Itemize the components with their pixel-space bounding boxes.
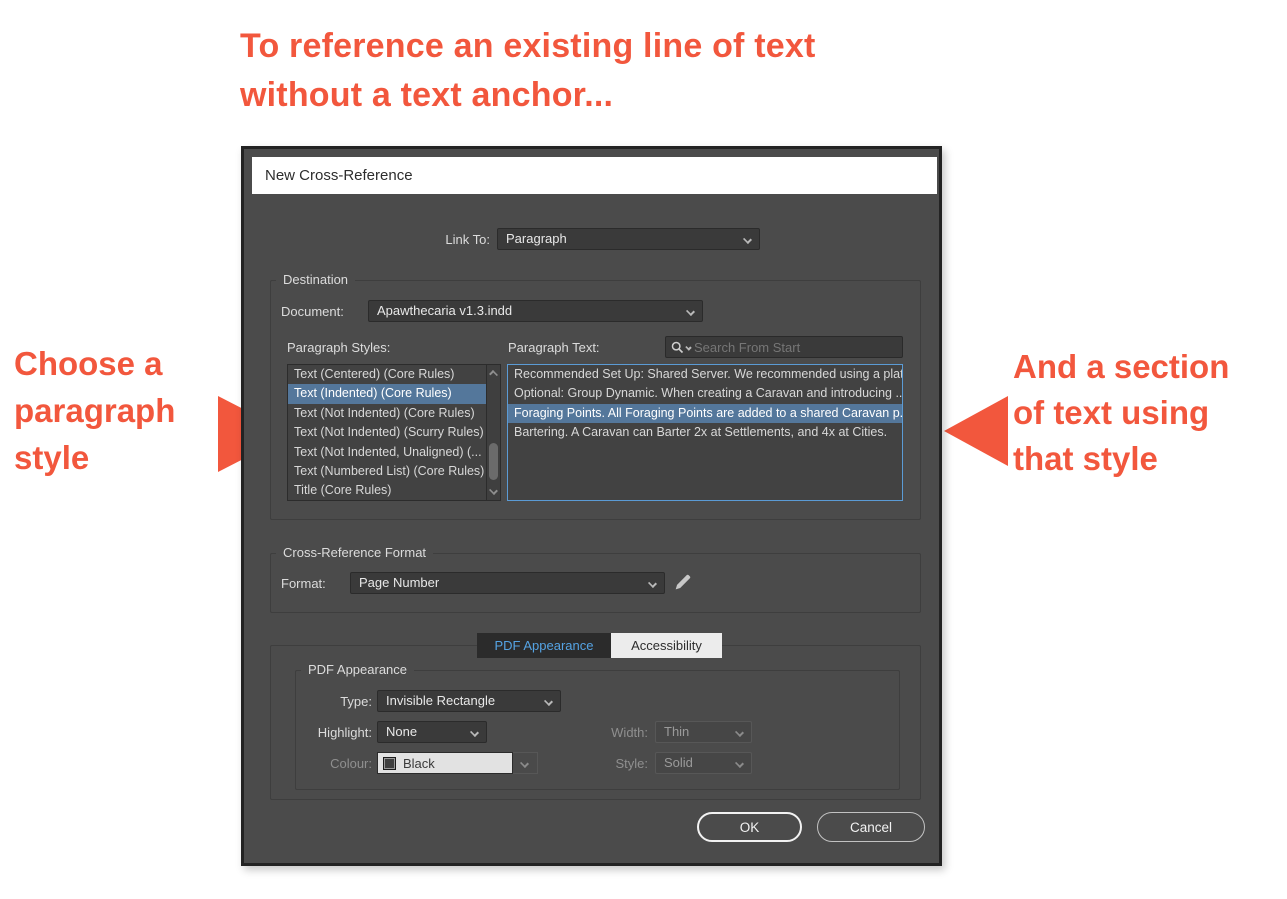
annotation-right-note: And a section of text using that style <box>1013 344 1229 482</box>
tab-pdf-appearance[interactable]: PDF Appearance <box>477 633 611 658</box>
link-to-label: Link To: <box>344 230 490 250</box>
document-dropdown[interactable]: Apawthecaria v1.3.indd <box>368 300 703 322</box>
pdf-appearance-group-label: PDF Appearance <box>301 662 414 678</box>
annotation-left-note: Choose a paragraph style <box>14 340 175 481</box>
list-item[interactable]: Foraging Points. All Foraging Points are… <box>508 404 902 423</box>
annotation-left-line1: Choose a <box>14 340 175 387</box>
annotation-left-line3: style <box>14 434 175 481</box>
chevron-down-icon <box>735 759 744 768</box>
chevron-down-icon <box>743 235 752 244</box>
format-label: Format: <box>281 574 326 594</box>
annotation-right-line3: that style <box>1013 436 1229 482</box>
black-colour-swatch-icon <box>383 757 396 770</box>
edit-format-pencil-icon[interactable] <box>674 573 692 591</box>
dialog-titlebar[interactable]: New Cross-Reference <box>252 157 937 194</box>
style-label: Style: <box>574 754 648 774</box>
colour-value: Black <box>403 756 435 771</box>
left-pointing-arrow-icon <box>944 396 1008 466</box>
highlight-dropdown[interactable]: None <box>377 721 487 743</box>
scrollbar-thumb[interactable] <box>489 443 498 479</box>
colour-label: Colour: <box>282 754 372 774</box>
list-item[interactable]: Text (Not Indented) (Scurry Rules) <box>288 423 486 442</box>
list-item[interactable]: Recommended Set Up: Shared Server. We re… <box>508 365 902 384</box>
list-item[interactable]: Title (Core Rules) <box>288 481 486 500</box>
colour-dropdown[interactable]: Black <box>377 752 513 774</box>
annotation-heading-line2: without a text anchor... <box>240 71 815 120</box>
format-value: Page Number <box>359 575 439 590</box>
format-dropdown[interactable]: Page Number <box>350 572 665 594</box>
tab-accessibility[interactable]: Accessibility <box>611 633 722 658</box>
cancel-button[interactable]: Cancel <box>817 812 925 842</box>
type-value: Invisible Rectangle <box>386 693 495 708</box>
annotation-right-line2: of text using <box>1013 390 1229 436</box>
search-field[interactable] <box>665 336 903 358</box>
ok-button[interactable]: OK <box>697 812 802 842</box>
type-label: Type: <box>282 692 372 712</box>
chevron-down-icon <box>470 728 479 737</box>
page: To reference an existing line of text wi… <box>0 0 1287 899</box>
new-cross-reference-dialog: New Cross-Reference Link To: Paragraph D… <box>241 146 942 866</box>
highlight-value: None <box>386 724 417 739</box>
link-to-value: Paragraph <box>506 231 567 246</box>
dialog-title: New Cross-Reference <box>265 167 413 184</box>
paragraph-text-label: Paragraph Text: <box>508 338 600 358</box>
search-icon <box>671 341 684 354</box>
annotation-heading: To reference an existing line of text wi… <box>240 22 815 120</box>
chevron-down-icon <box>544 697 553 706</box>
destination-group-label: Destination <box>276 272 355 288</box>
document-value: Apawthecaria v1.3.indd <box>377 303 512 318</box>
width-value: Thin <box>664 724 689 739</box>
style-value: Solid <box>664 755 693 770</box>
paragraph-text-list: Recommended Set Up: Shared Server. We re… <box>507 364 903 501</box>
search-options-chevron-icon[interactable] <box>685 344 691 350</box>
link-to-dropdown[interactable]: Paragraph <box>497 228 760 250</box>
search-input[interactable] <box>694 340 864 355</box>
list-item[interactable]: Optional: Group Dynamic. When creating a… <box>508 384 902 403</box>
paragraph-text-items: Recommended Set Up: Shared Server. We re… <box>508 365 902 443</box>
scroll-up-icon[interactable] <box>489 370 498 379</box>
scroll-down-icon[interactable] <box>489 486 498 495</box>
paragraph-styles-label: Paragraph Styles: <box>287 338 390 358</box>
list-item[interactable]: Bartering. A Caravan can Barter 2x at Se… <box>508 423 902 442</box>
list-item[interactable]: Text (Not Indented, Unaligned) (... <box>288 443 486 462</box>
chevron-down-icon <box>735 728 744 737</box>
chevron-down-icon <box>520 759 529 768</box>
paragraph-styles-list: Text (Centered) (Core Rules)Text (Indent… <box>287 364 501 501</box>
chevron-down-icon <box>648 579 657 588</box>
cross-reference-format-group-label: Cross-Reference Format <box>276 545 433 561</box>
list-item[interactable]: Text (Indented) (Core Rules) <box>288 384 486 403</box>
annotation-right-line1: And a section <box>1013 344 1229 390</box>
annotation-heading-line1: To reference an existing line of text <box>240 22 815 71</box>
width-label: Width: <box>574 723 648 743</box>
colour-dropdown-chevron[interactable] <box>513 752 538 774</box>
style-dropdown[interactable]: Solid <box>655 752 752 774</box>
highlight-label: Highlight: <box>282 723 372 743</box>
width-dropdown[interactable]: Thin <box>655 721 752 743</box>
chevron-down-icon <box>686 307 695 316</box>
paragraph-styles-items: Text (Centered) (Core Rules)Text (Indent… <box>288 365 486 500</box>
paragraph-styles-scrollbar[interactable] <box>486 365 500 500</box>
annotation-left-line2: paragraph <box>14 387 175 434</box>
type-dropdown[interactable]: Invisible Rectangle <box>377 690 561 712</box>
list-item[interactable]: Text (Centered) (Core Rules) <box>288 365 486 384</box>
document-label: Document: <box>281 302 344 322</box>
list-item[interactable]: Text (Numbered List) (Core Rules) <box>288 462 486 481</box>
list-item[interactable]: Text (Not Indented) (Core Rules) <box>288 404 486 423</box>
